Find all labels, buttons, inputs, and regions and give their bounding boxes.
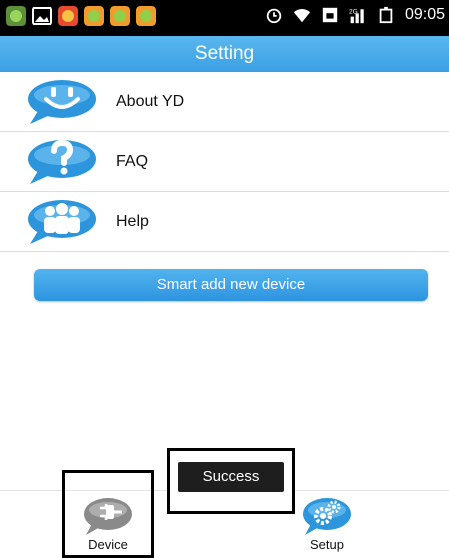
signal-icon: 2G	[349, 8, 364, 24]
smart-add-device-button[interactable]: Smart add new device	[34, 269, 428, 301]
settings-menu: About YD FAQ Help	[0, 72, 449, 252]
tab-setup[interactable]: Setup	[282, 492, 372, 556]
app-icon	[84, 6, 104, 26]
success-toast: Success	[178, 462, 284, 492]
page-title: Setting	[0, 36, 449, 72]
battery-icon	[379, 6, 393, 24]
question-bubble-icon	[28, 139, 96, 184]
tab-label: Device	[88, 537, 128, 552]
notification-icon	[6, 6, 26, 26]
menu-item-faq[interactable]: FAQ	[0, 132, 449, 192]
menu-item-label: FAQ	[116, 152, 149, 170]
wifi-icon	[293, 9, 311, 23]
notification-icons	[6, 6, 156, 26]
tab-device[interactable]: Device	[65, 492, 151, 556]
status-bar: 2G 09:05	[0, 0, 449, 36]
smiley-bubble-icon	[28, 80, 96, 124]
menu-item-label: Help	[116, 212, 149, 230]
sim-icon	[322, 7, 338, 23]
system-icons: 2G 09:05	[265, 6, 445, 24]
app-icon	[136, 6, 156, 26]
menu-item-help[interactable]: Help	[0, 192, 449, 252]
menu-item-about[interactable]: About YD	[0, 72, 449, 132]
menu-item-label: About YD	[116, 92, 185, 110]
people-bubble-icon	[28, 200, 96, 244]
image-icon	[32, 7, 52, 25]
plug-bubble-icon	[84, 498, 132, 535]
alarm-icon	[266, 8, 282, 24]
tab-label: Setup	[310, 537, 344, 552]
status-time: 09:05	[404, 6, 445, 23]
app-icon	[110, 6, 130, 26]
gears-bubble-icon	[303, 498, 351, 535]
app-icon	[58, 6, 78, 26]
